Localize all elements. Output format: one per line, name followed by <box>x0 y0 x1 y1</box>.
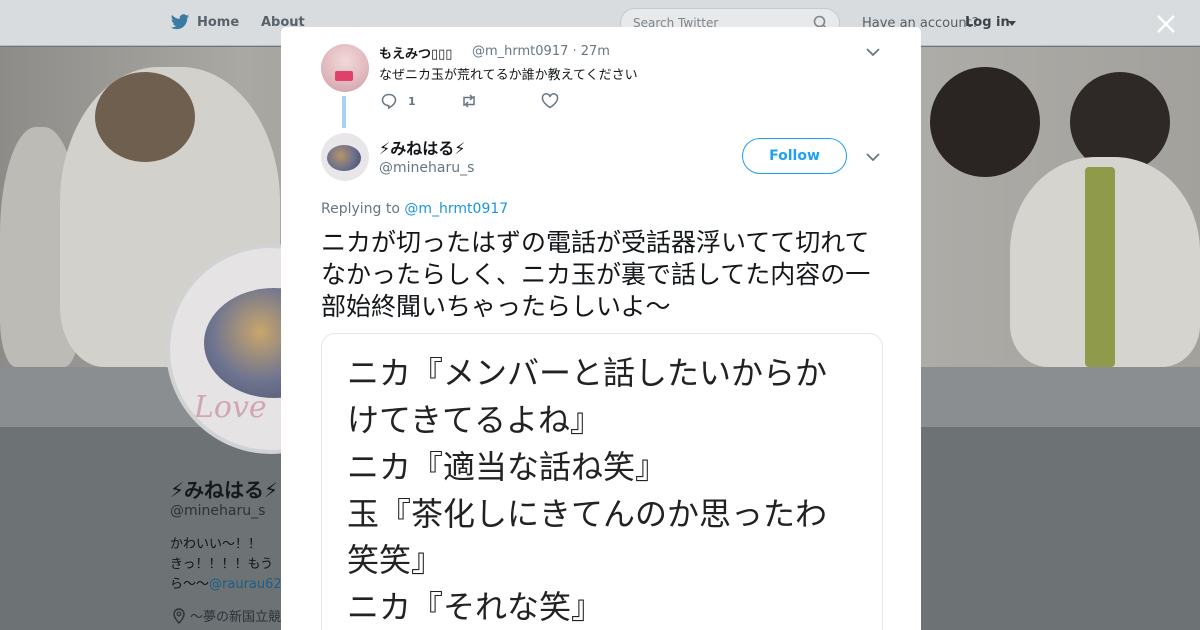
bio-line: きっ！！！！もう <box>170 557 274 572</box>
tweet-modal: もえみつ▯▯▯ @m_hrmt0917 · 27m なぜニカ玉が荒れてるか誰か教… <box>281 27 921 630</box>
reply-icon[interactable] <box>381 93 399 109</box>
author-name[interactable]: ⚡みねはる⚡ <box>379 135 465 159</box>
replying-to: Replying to @m_hrmt0917 <box>321 201 508 217</box>
follow-button[interactable]: Follow <box>742 138 847 174</box>
thread-author-name[interactable]: もえみつ▯▯▯ <box>379 43 452 62</box>
location-icon <box>173 608 185 624</box>
banner-person <box>1085 167 1115 367</box>
image-text-line: ニカ『メンバーと話したいからか <box>347 354 828 392</box>
reply-count: 1 <box>408 95 416 108</box>
retweet-icon[interactable] <box>460 93 478 109</box>
chevron-down-icon[interactable] <box>1008 21 1016 26</box>
image-text-line: けてきてるよね』 <box>347 401 603 439</box>
tweet-text: ニカが切ったはずの電話が受話器浮いてて切れてなかったらしく、ニカ玉が裏で話してた… <box>321 228 871 321</box>
banner-person <box>95 72 195 162</box>
profile-location: 〜夢の新国立競 <box>172 606 281 625</box>
image-text-line: 玉『茶化しにきてんのか思ったわ <box>347 495 828 533</box>
chevron-down-icon[interactable] <box>866 48 880 57</box>
chevron-down-icon[interactable] <box>866 153 880 162</box>
image-text-line: ニカ『それな笑』 <box>347 588 604 626</box>
like-icon[interactable] <box>541 93 559 109</box>
image-text-line: 笑笑』 <box>347 541 444 579</box>
bio-line: かわいい〜！！ <box>170 537 262 552</box>
bio-line: ら〜〜@raurau62 <box>170 575 288 595</box>
bio-line-text: ら〜〜 <box>170 577 210 592</box>
bio-link[interactable]: @raurau62 <box>209 577 282 592</box>
banner-person <box>930 67 1040 177</box>
avatar-love-text: Love <box>194 390 267 425</box>
close-icon[interactable] <box>1156 14 1176 34</box>
replying-prefix: Replying to <box>321 201 400 217</box>
twitter-bird-icon[interactable] <box>170 14 190 31</box>
thread-avatar[interactable] <box>321 44 369 92</box>
thread-connector <box>342 96 346 128</box>
avatar-photo <box>327 145 361 171</box>
author-handle[interactable]: @mineharu_s <box>379 160 474 176</box>
profile-name: ⚡みねはる⚡ <box>170 478 279 502</box>
replying-to-link[interactable]: @m_hrmt0917 <box>404 201 508 217</box>
author-avatar[interactable] <box>321 133 369 181</box>
nav-home[interactable]: Home <box>197 15 239 30</box>
thread-author-handle[interactable]: @m_hrmt0917 · 27m <box>472 44 610 59</box>
login-link[interactable]: Log in <box>965 15 1010 30</box>
location-text: 〜夢の新国立競 <box>190 610 282 625</box>
thread-tweet-text: なぜニカ玉が荒れてるか誰か教えてください <box>379 68 638 83</box>
avatar-detail <box>335 71 353 81</box>
profile-bio: かわいい〜！！ きっ！！！！もう ら〜〜@raurau62 <box>170 535 288 595</box>
tweet-image[interactable]: ニカ『メンバーと話したいからか けてきてるよね』 ニカ『適当な話ね笑』 玉『茶化… <box>321 333 883 630</box>
image-text-line: ニカ『適当な話ね笑』 <box>347 448 668 486</box>
profile-handle[interactable]: @mineharu_s <box>170 503 265 519</box>
